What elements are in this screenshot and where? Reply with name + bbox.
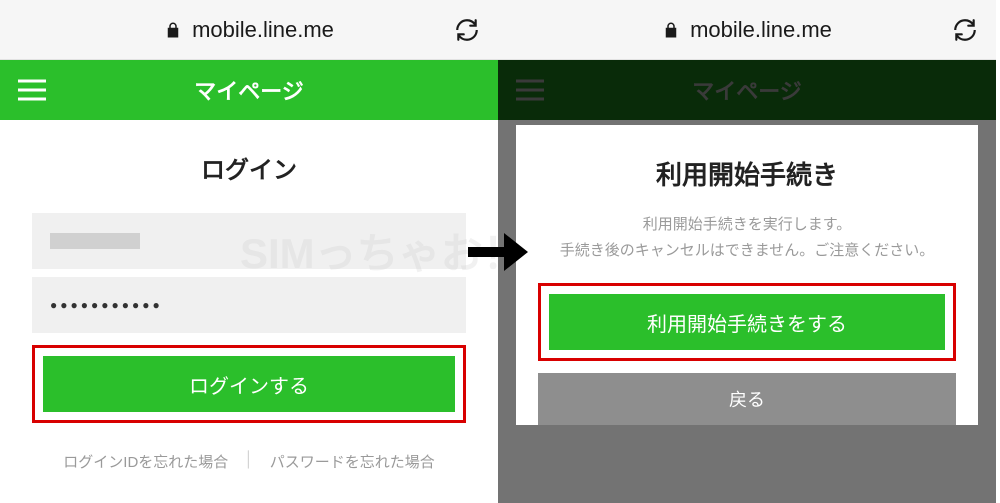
proceed-button[interactable]: 利用開始手続きをする	[549, 294, 945, 350]
back-button[interactable]: 戻る	[538, 373, 956, 425]
highlight-annotation: 利用開始手続きをする	[538, 283, 956, 361]
back-button-label: 戻る	[729, 386, 765, 412]
url-text: mobile.line.me	[192, 17, 334, 43]
left-screen: mobile.line.me マイページ ログイン ●●●●●●●●●●● ログ…	[0, 0, 498, 503]
page-header: マイページ	[0, 60, 498, 120]
modal-description: 利用開始手続きを実行します。 手続き後のキャンセルはできません。ご注意ください。	[538, 212, 956, 263]
start-usage-modal: 利用開始手続き 利用開始手続きを実行します。 手続き後のキャンセルはできません。…	[516, 125, 978, 425]
header-title: マイページ	[194, 74, 304, 106]
reload-icon[interactable]	[952, 17, 978, 43]
forgot-password-link[interactable]: パスワードを忘れた場合	[270, 451, 435, 472]
login-button[interactable]: ログインする	[43, 356, 455, 412]
browser-bar: mobile.line.me	[0, 0, 498, 60]
forgot-id-link[interactable]: ログインIDを忘れた場合	[63, 451, 228, 472]
lock-icon	[662, 21, 680, 39]
right-screen: mobile.line.me マイページ 利用開始手続き 利用開始手続きを実行し…	[498, 0, 996, 503]
password-field[interactable]: ●●●●●●●●●●●	[32, 277, 466, 333]
highlight-annotation: ログインする	[32, 345, 466, 423]
lock-icon	[164, 21, 182, 39]
login-heading: ログイン	[32, 150, 466, 185]
browser-bar: mobile.line.me	[498, 0, 996, 60]
proceed-button-label: 利用開始手続きをする	[647, 308, 847, 337]
hamburger-icon[interactable]	[18, 79, 46, 101]
password-value: ●●●●●●●●●●●	[50, 298, 163, 312]
modal-title: 利用開始手続き	[538, 155, 956, 192]
login-id-field[interactable]	[32, 213, 466, 269]
help-links: ログインIDを忘れた場合 │ パスワードを忘れた場合	[32, 451, 466, 472]
url-text: mobile.line.me	[690, 17, 832, 43]
arrow-icon	[468, 229, 528, 275]
reload-icon[interactable]	[454, 17, 480, 43]
masked-id-value	[50, 233, 140, 249]
link-separator: │	[244, 451, 253, 472]
login-button-label: ログインする	[189, 370, 309, 399]
